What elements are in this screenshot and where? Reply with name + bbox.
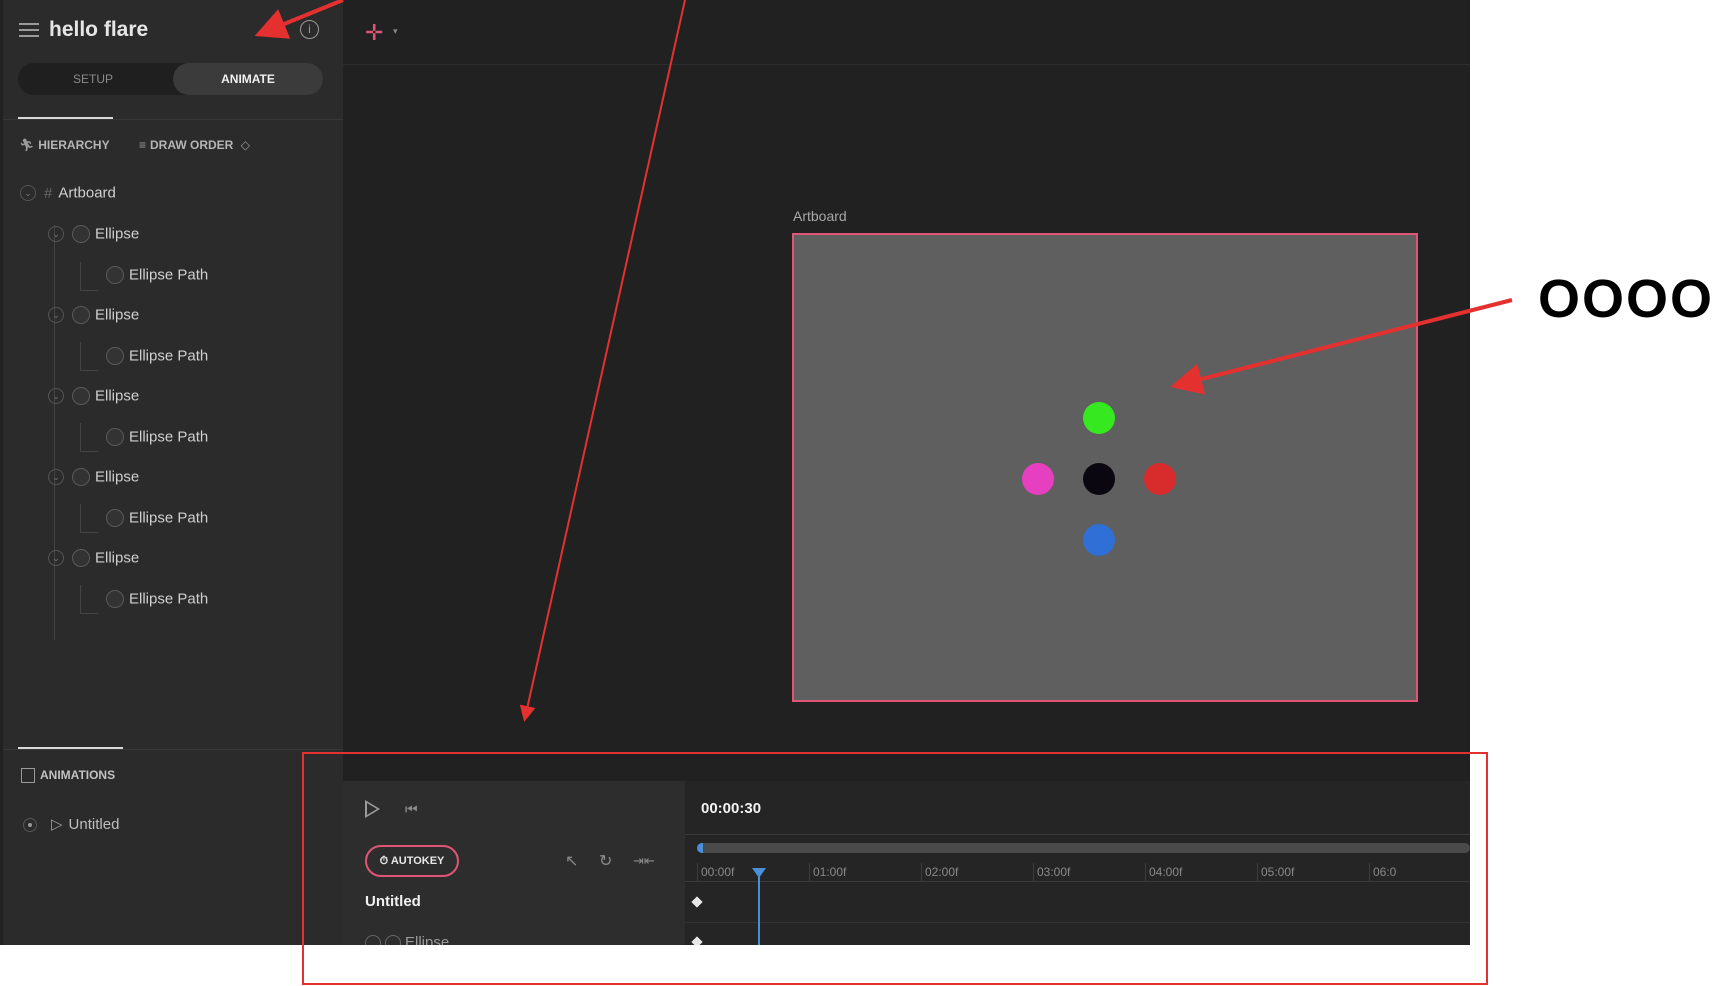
annotation-arrow — [519, 0, 686, 722]
annotation-arrows — [254, 0, 1513, 722]
annotation-label: OOOO — [1538, 269, 1715, 329]
annotation-arrow — [1170, 298, 1513, 395]
annotation-arrow — [254, 0, 344, 39]
